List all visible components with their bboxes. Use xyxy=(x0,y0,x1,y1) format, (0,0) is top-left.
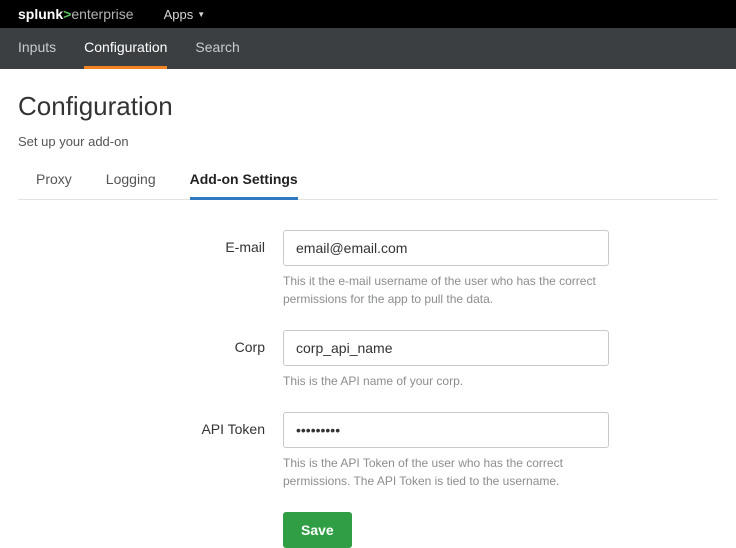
row-save: Save xyxy=(18,512,718,548)
token-label: API Token xyxy=(18,412,283,437)
page-subtitle: Set up your add-on xyxy=(18,134,718,149)
nav-item-label: Search xyxy=(195,39,239,55)
logo-secondary: enterprise xyxy=(71,6,133,22)
corp-input[interactable] xyxy=(283,330,609,366)
page-title: Configuration xyxy=(18,91,718,122)
corp-field-wrap: This is the API name of your corp. xyxy=(283,330,609,390)
tab-logging[interactable]: Logging xyxy=(106,171,156,200)
tab-proxy[interactable]: Proxy xyxy=(36,171,72,200)
row-email: E-mail This it the e-mail username of th… xyxy=(18,230,718,308)
logo: splunk>enterprise xyxy=(18,6,134,22)
corp-label: Corp xyxy=(18,330,283,355)
nav-item-search[interactable]: Search xyxy=(195,28,239,69)
nav-item-label: Inputs xyxy=(18,39,56,55)
nav-bar: Inputs Configuration Search xyxy=(0,28,736,69)
row-corp: Corp This is the API name of your corp. xyxy=(18,330,718,390)
nav-item-configuration[interactable]: Configuration xyxy=(84,28,167,69)
save-wrap: Save xyxy=(283,512,609,548)
chevron-down-icon: ▼ xyxy=(197,10,205,19)
nav-item-inputs[interactable]: Inputs xyxy=(18,28,56,69)
logo-primary: splunk xyxy=(18,6,63,22)
apps-label: Apps xyxy=(164,7,194,22)
content: Configuration Set up your add-on Proxy L… xyxy=(0,69,736,548)
apps-menu[interactable]: Apps ▼ xyxy=(164,7,206,22)
token-field-wrap: This is the API Token of the user who ha… xyxy=(283,412,609,490)
email-label: E-mail xyxy=(18,230,283,255)
subtabs: Proxy Logging Add-on Settings xyxy=(18,171,718,200)
tab-addon-settings[interactable]: Add-on Settings xyxy=(190,171,298,200)
email-help: This it the e-mail username of the user … xyxy=(283,272,609,308)
settings-form: E-mail This it the e-mail username of th… xyxy=(18,230,718,548)
email-input[interactable] xyxy=(283,230,609,266)
top-bar: splunk>enterprise Apps ▼ xyxy=(0,0,736,28)
tab-label: Add-on Settings xyxy=(190,171,298,187)
token-help: This is the API Token of the user who ha… xyxy=(283,454,609,490)
corp-help: This is the API name of your corp. xyxy=(283,372,609,390)
tab-label: Proxy xyxy=(36,171,72,187)
row-token: API Token This is the API Token of the u… xyxy=(18,412,718,490)
spacer xyxy=(18,512,283,521)
email-field-wrap: This it the e-mail username of the user … xyxy=(283,230,609,308)
nav-item-label: Configuration xyxy=(84,39,167,55)
token-input[interactable] xyxy=(283,412,609,448)
tab-label: Logging xyxy=(106,171,156,187)
save-button[interactable]: Save xyxy=(283,512,352,548)
